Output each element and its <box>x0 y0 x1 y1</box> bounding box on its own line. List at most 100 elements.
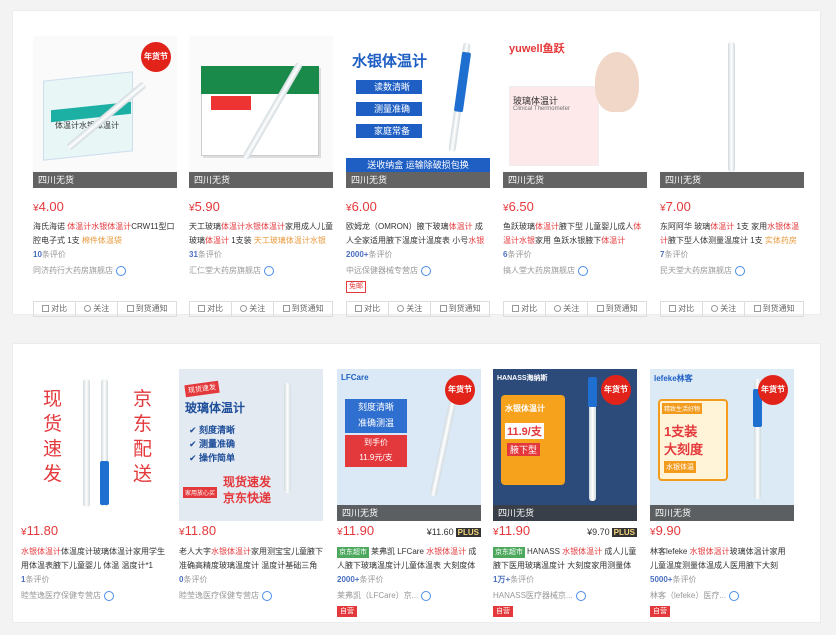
image-brand: LFCare <box>341 373 369 382</box>
product-title[interactable]: 鱼跃玻璃体温计腋下型 儿童婴儿成人体温计水银家用 鱼跃水银腋下体温计 <box>503 220 647 248</box>
product-title[interactable]: 水银体温计体温度计玻璃体温计家用学生用体温表腋下儿童婴儿 体温 温度计*1 <box>21 545 165 573</box>
product-image[interactable]: yuwell鱼跃 玻璃体温计 Clinical Thermometer 四川无货 <box>503 36 647 188</box>
action-bar: 对比 关注 到货通知 <box>189 301 333 317</box>
product-title[interactable]: 天工玻璃体温计水银体温计家用成人儿童玻璃体温计 1支装 天工玻璃体温计水银体 <box>189 220 333 248</box>
image-line: 到手价 <box>364 438 388 447</box>
comment-count[interactable]: 7条评价 <box>660 249 688 260</box>
product-price: ¥7.00 <box>660 199 691 214</box>
chat-icon[interactable] <box>264 265 274 276</box>
compare-button[interactable]: 对比 <box>190 302 233 316</box>
chat-icon[interactable] <box>735 265 745 276</box>
comment-count[interactable]: 6条评价 <box>503 249 531 260</box>
action-bar: 对比 关注 到货通知 <box>660 301 804 317</box>
compare-button[interactable]: 对比 <box>661 302 704 316</box>
product-title[interactable]: 东阿阿华 玻璃体温计 1支 家用水银体温计腋下型人体测量温度计 1支 实体药房 <box>660 220 804 248</box>
shop-name[interactable]: 莱弗凯（LFCare）京... <box>337 590 481 601</box>
notify-button[interactable]: 到货通知 <box>745 302 803 316</box>
chat-icon[interactable] <box>116 265 126 276</box>
shop-name[interactable]: 中远保健器械专营店 <box>346 265 490 276</box>
mail-icon <box>282 305 290 312</box>
shop-name[interactable]: HANASS医疗器械京... <box>493 590 637 601</box>
notify-button[interactable]: 到货通知 <box>274 302 332 316</box>
product-title[interactable]: 京东超市HANASS 水银体温计 成人儿童腋下医用玻璃温度计 大刻度家用测量体温 <box>493 545 637 573</box>
image-line: 刻度清晰 <box>357 402 394 412</box>
thermometer-cap <box>100 461 109 505</box>
plus-price: ¥11.60 PLUS <box>426 527 481 537</box>
image-line: 11.9/支 <box>505 423 544 439</box>
image-feature: 读数清晰 <box>356 80 422 94</box>
product-image[interactable]: 四川无货 <box>660 36 804 188</box>
checkbox-icon <box>42 305 50 312</box>
heart-icon <box>84 305 92 312</box>
image-line: 准确测温 <box>357 418 394 428</box>
comment-count[interactable]: 2000+条评价 <box>337 574 383 585</box>
product-title[interactable]: 海氏海诺 体温计水银体温计CRW11型口腔电子式 1支 棉件体温袋 <box>33 220 177 248</box>
product-image[interactable]: 四川无货 <box>189 36 333 188</box>
comment-count[interactable]: 31条评价 <box>189 249 222 260</box>
notify-button[interactable]: 到货通知 <box>431 302 489 316</box>
image-left-text: 现货速发 <box>43 388 63 485</box>
thermometer-cap <box>588 377 597 407</box>
comment-count[interactable]: 10条评价 <box>33 249 66 260</box>
compare-button[interactable]: 对比 <box>347 302 390 316</box>
chat-icon[interactable] <box>104 590 114 601</box>
image-line: 水银体温 <box>664 461 696 473</box>
chat-icon[interactable] <box>575 590 586 601</box>
product-image[interactable]: HANASS海纳斯 水银体温计 11.9/支 腋下型 年货节 四川无货 <box>493 369 637 521</box>
image-title: 水银体温计 <box>352 53 428 70</box>
comment-count[interactable]: 0条评价 <box>179 574 207 585</box>
comment-count[interactable]: 5000+条评价 <box>650 574 696 585</box>
product-title[interactable]: 欧姆龙（OMRON）腋下玻璃体温计 成人全家适用腋下温度计温度表 小号水银温度 <box>346 220 490 248</box>
shop-name[interactable]: 民天堂大药房旗舰店 <box>660 265 804 276</box>
stock-status: 四川无货 <box>493 505 637 521</box>
follow-button[interactable]: 关注 <box>546 302 589 316</box>
follow-button[interactable]: 关注 <box>76 302 119 316</box>
shop-name[interactable]: 睦莹逸医疗保健专营店 <box>21 590 165 601</box>
product-image[interactable]: LFCare 刻度清晰 准确测温 到手价 11.9元/支 年货节 四川无货 <box>337 369 481 521</box>
checkbox-icon <box>669 305 677 312</box>
jd-supermarket-tag: 京东超市 <box>493 547 525 558</box>
chat-icon[interactable] <box>578 265 588 276</box>
product-image[interactable]: 体温计水银体温计 年货节 四川无货 <box>33 36 177 188</box>
comment-count[interactable]: 1条评价 <box>21 574 49 585</box>
notify-button[interactable]: 到货通知 <box>588 302 646 316</box>
image-feature: ✔ 刻度清晰 <box>189 425 236 435</box>
image-title: 玻璃体温计 <box>185 401 246 415</box>
image-banner: 送收纳盒 运输除破损包换 <box>346 158 490 172</box>
product-title[interactable]: 老人大字水银体温计家用测宝宝儿童腋下准确高精度玻璃温度计 温度计基础三角 <box>179 545 323 573</box>
chat-icon[interactable] <box>729 590 740 601</box>
product-image[interactable]: 现货速发 京东配送 <box>21 369 165 521</box>
product-image[interactable]: 现货速发 玻璃体温计 ✔ 刻度清晰 ✔ 测量准确 ✔ 操作简单 现货速发 京东快… <box>179 369 323 521</box>
thermometer-image <box>284 383 291 493</box>
follow-button[interactable]: 关注 <box>389 302 432 316</box>
product-image[interactable]: lefeke林客 精致生活好物 1支装 大刻度 水银体温 年货节 四川无货 <box>650 369 794 521</box>
product-price: ¥6.50 <box>503 199 534 214</box>
shop-name[interactable]: 睦莹逸医疗保健专营店 <box>179 590 323 601</box>
product-price: ¥6.00 <box>346 199 377 214</box>
product-title[interactable]: 林客lefeke 水银体温计玻璃体温计家用 儿童温度测量体温成人医用腋下大刻 <box>650 545 794 573</box>
stock-status: 四川无货 <box>503 172 647 188</box>
follow-button[interactable]: 关注 <box>232 302 275 316</box>
comment-count[interactable]: 1万+条评价 <box>493 574 534 585</box>
plus-badge: PLUS <box>611 528 637 537</box>
follow-button[interactable]: 关注 <box>703 302 746 316</box>
stock-status: 四川无货 <box>346 172 490 188</box>
festival-badge: 年货节 <box>141 42 171 72</box>
shop-name[interactable]: 林客（lefeke）医疗... <box>650 590 794 601</box>
mail-icon <box>439 305 447 312</box>
action-bar: 对比 关注 到货通知 <box>346 301 490 317</box>
compare-button[interactable]: 对比 <box>34 302 77 316</box>
product-title[interactable]: 京东超市 莱弗凯 LFCare 水银体温计 成人腋下玻璃温度计儿童体温表 大刻度体… <box>337 545 481 573</box>
self-operated-tag: 自营 <box>650 606 670 617</box>
shop-name[interactable]: 同济药行大药房旗舰店 <box>33 265 177 276</box>
shop-name[interactable]: 汇仁堂大药房旗舰店 <box>189 265 333 276</box>
chat-icon[interactable] <box>421 590 432 601</box>
compare-button[interactable]: 对比 <box>504 302 547 316</box>
comment-count[interactable]: 2000+条评价 <box>346 249 392 260</box>
product-image[interactable]: 水银体温计 读数清晰 测量准确 家庭常备 送收纳盒 运输除破损包换 四川无货 <box>346 36 490 188</box>
shop-name[interactable]: 搞人堂大药房旗舰店 <box>503 265 647 276</box>
chat-icon[interactable] <box>262 590 272 601</box>
notify-button[interactable]: 到货通知 <box>118 302 176 316</box>
chat-icon[interactable] <box>421 265 431 276</box>
festival-badge: 年货节 <box>758 375 788 405</box>
